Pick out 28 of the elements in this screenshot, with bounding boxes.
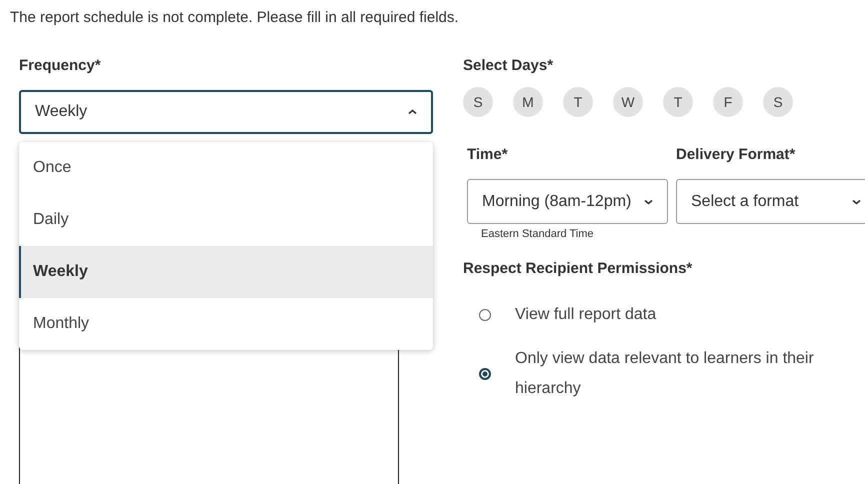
radio-button[interactable] bbox=[479, 368, 491, 380]
caret-icon bbox=[644, 198, 653, 204]
field-label: Frequency* bbox=[19, 57, 102, 76]
menu-item[interactable]: Once bbox=[19, 142, 433, 194]
radio-label: View full report data bbox=[515, 305, 658, 325]
caret-icon bbox=[852, 198, 861, 204]
day-toggle[interactable]: M bbox=[513, 87, 543, 117]
day-toggle[interactable]: S bbox=[763, 87, 793, 117]
day-toggle[interactable]: W bbox=[613, 87, 643, 117]
frequency-select[interactable]: Weekly bbox=[19, 90, 433, 134]
field-label: Delivery Format* bbox=[676, 146, 796, 165]
day-toggle[interactable]: F bbox=[713, 87, 743, 117]
time-select[interactable]: Morning (8am-12pm) bbox=[467, 179, 668, 224]
day-toggle[interactable]: T bbox=[563, 87, 593, 117]
format-select[interactable]: Select a format bbox=[676, 179, 865, 224]
field-label: Select Days* bbox=[463, 57, 554, 76]
day-toggle[interactable]: T bbox=[663, 87, 693, 117]
field-label: Respect Recipient Permissions* bbox=[463, 260, 694, 279]
timezone-hint: Eastern Standard Time bbox=[481, 228, 595, 240]
menu-item[interactable]: Daily bbox=[19, 194, 433, 246]
radio-button[interactable] bbox=[479, 309, 491, 321]
menu-item[interactable]: Monthly bbox=[19, 298, 433, 350]
caret-icon bbox=[408, 109, 417, 115]
field-label: Time* bbox=[467, 146, 509, 165]
radio-label: Only view data relevant to learners in their hierarchy bbox=[515, 349, 815, 399]
validation-message: The report schedule is not complete. Please fill in all required fields. bbox=[9, 8, 460, 28]
menu-item[interactable]: Weekly bbox=[19, 246, 433, 298]
day-toggle[interactable]: S bbox=[463, 87, 493, 117]
